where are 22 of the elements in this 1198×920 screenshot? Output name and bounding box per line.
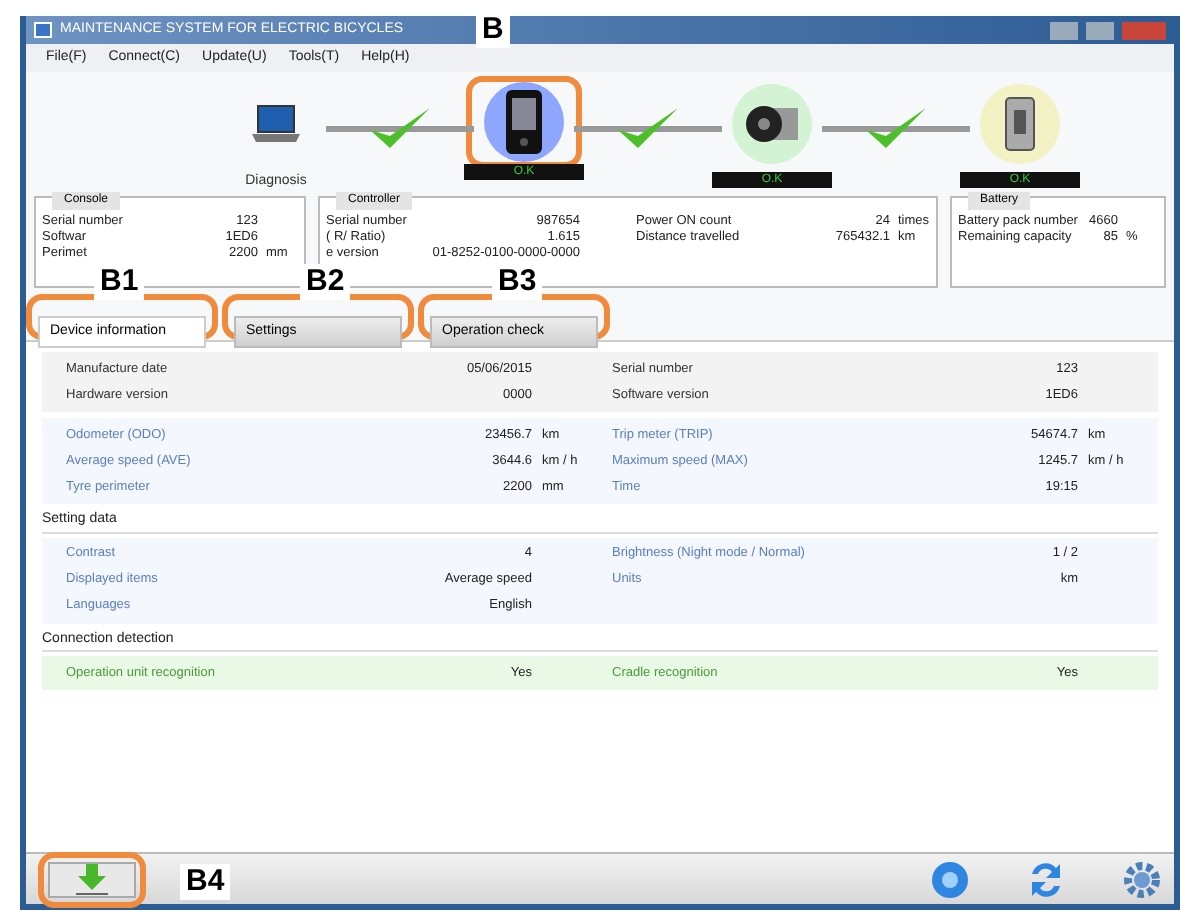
callout-label: B2 [300,264,351,300]
maximize-button[interactable] [1086,21,1114,39]
check-icon [862,104,930,152]
device-tile[interactable] [732,84,812,164]
callout-label: B1 [94,264,145,300]
callout-label: B3 [492,264,543,300]
minimize-button[interactable] [1050,21,1078,39]
device-tile[interactable] [980,84,1060,164]
globe-icon[interactable] [930,859,970,899]
refresh-icon[interactable] [1026,857,1066,901]
laptop-icon [250,104,302,144]
callout-label: B [476,12,510,48]
cycle-display-icon [502,88,546,156]
check-icon [366,104,434,152]
callout-label: B4 [180,864,231,900]
download-arrow-icon [74,863,110,895]
battery-icon [1002,94,1038,154]
device-tile[interactable] [484,82,564,162]
app-icon [34,22,52,38]
check-icon [614,104,682,152]
download-button[interactable] [48,861,136,897]
settings-icon[interactable] [1122,859,1162,899]
